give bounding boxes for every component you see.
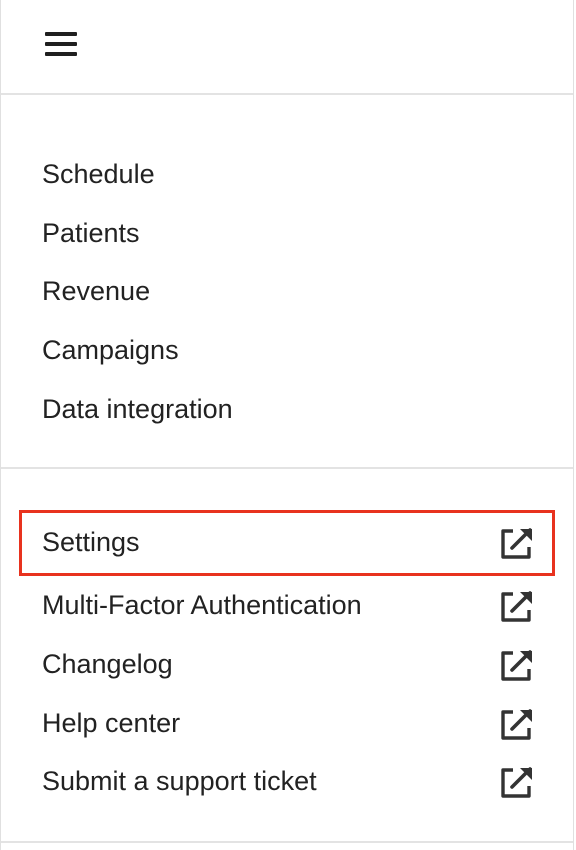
external-links-nav: Settings Multi-Factor Authentication Cha… [1, 469, 573, 843]
external-link-icon [499, 648, 535, 682]
ext-item-submit-support-ticket[interactable]: Submit a support ticket [19, 749, 555, 815]
ext-item-label: Submit a support ticket [42, 766, 317, 796]
primary-nav: Schedule Patients Revenue Campaigns Data… [1, 95, 573, 469]
menu-header [1, 0, 573, 95]
ext-item-multi-factor-authentication[interactable]: Multi-Factor Authentication [19, 573, 555, 639]
hamburger-menu-icon[interactable] [45, 32, 77, 58]
ext-item-label: Settings [42, 527, 140, 557]
nav-item-schedule[interactable]: Schedule [42, 157, 155, 191]
nav-item-campaigns[interactable]: Campaigns [42, 333, 179, 367]
nav-item-patients[interactable]: Patients [42, 216, 140, 250]
ext-item-label: Multi-Factor Authentication [42, 590, 362, 620]
ext-item-changelog[interactable]: Changelog [19, 632, 555, 698]
ext-item-label: Help center [42, 708, 181, 738]
external-link-icon [499, 765, 535, 799]
side-menu-panel: Schedule Patients Revenue Campaigns Data… [0, 0, 574, 850]
external-link-icon [499, 589, 535, 623]
nav-item-revenue[interactable]: Revenue [42, 274, 150, 308]
external-link-icon [499, 526, 535, 560]
external-link-icon [499, 707, 535, 741]
ext-item-settings[interactable]: Settings [19, 510, 555, 576]
nav-item-data-integration[interactable]: Data integration [42, 392, 233, 426]
ext-item-label: Changelog [42, 649, 173, 679]
ext-item-help-center[interactable]: Help center [19, 691, 555, 757]
